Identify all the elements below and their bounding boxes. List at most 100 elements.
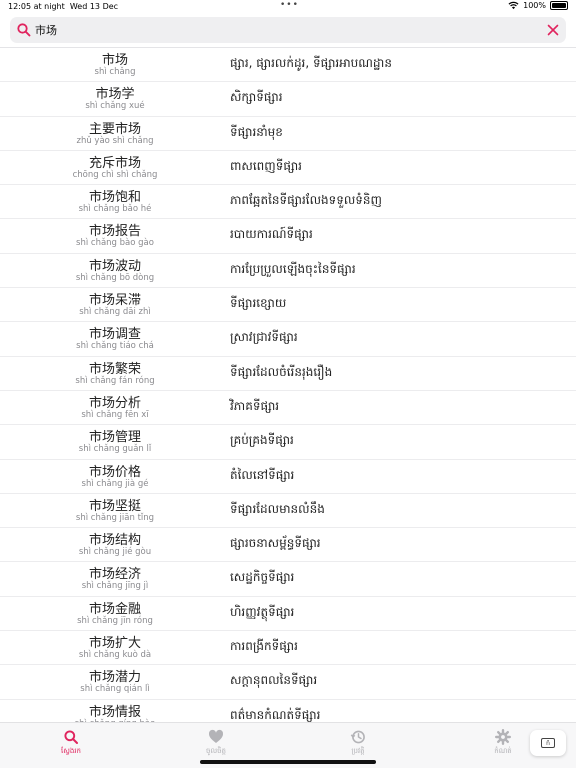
wifi-icon	[508, 1, 519, 10]
entry-khmer: ទីផ្សារនាំមុខ	[230, 124, 283, 139]
status-time: 12:05 at night Wed 13 Dec	[8, 2, 119, 11]
list-item[interactable]: 市场分析 shì chǎng fēn xī វិភាគទីផ្សារ	[0, 391, 576, 426]
tab-label: ចូលចិត្ត	[206, 747, 226, 755]
list-item[interactable]: 主要市场 zhǔ yào shì chǎng ទីផ្សារនាំមុខ	[0, 117, 576, 151]
list-item[interactable]: 市场管理 shì chǎng guǎn lǐ គ្រប់គ្រងទីផ្សារ	[0, 425, 576, 460]
entry-pinyin: chōng chì shì chǎng	[72, 169, 158, 180]
entry-pinyin: shì chǎng jià gé	[81, 478, 149, 489]
entry-chinese: 市场波动	[88, 258, 141, 274]
entry-pinyin: shì chǎng bō dòng	[75, 272, 155, 283]
entry-khmer: សេដ្ឋកិច្ចទីផ្សារ	[230, 570, 295, 585]
list-item[interactable]: 市场 shì chǎng ផ្សារ, ផ្សារលក់ដូរ, ទីផ្សារអា…	[0, 48, 576, 83]
list-item[interactable]: 市场经济 shì chǎng jīng jì សេដ្ឋកិច្ចទីផ្សារ	[0, 562, 576, 597]
entry-chinese: 市场分析	[88, 395, 141, 411]
entry-khmer: ពត៌មានកំណត់ទីផ្សារ	[230, 707, 321, 722]
list-item[interactable]: 市场呆滞 shì chǎng dāi zhì ទីផ្សារខ្សោយ	[0, 288, 576, 323]
list-item[interactable]: 市场扩大 shì chǎng kuò dà ការពង្រីកទីផ្សារ	[0, 631, 576, 666]
entry-khmer: ទីផ្សារខ្សោយ	[230, 296, 287, 311]
entry-khmer: វិភាគទីផ្សារ	[230, 398, 280, 413]
list-item[interactable]: 市场调查 shì chǎng tiáo chá ស្រាវជ្រាវទីផ្សារ	[0, 322, 576, 357]
list-item[interactable]: 市场学 shì chǎng xué សិក្សាទីផ្សារ	[0, 82, 576, 117]
entry-chinese: 市场扩大	[88, 636, 141, 652]
list-item[interactable]: 市场坚挺 shì chǎng jiān tǐng ទីផ្សារដែលមានលំនឹ…	[0, 494, 576, 529]
list-item[interactable]: 充斥市场 chōng chì shì chǎng ពាសពេញទីផ្សារ	[0, 151, 576, 186]
entry-chinese: 市场情报	[88, 704, 141, 720]
entry-chinese: 市场金融	[88, 601, 141, 617]
history-icon	[350, 730, 365, 744]
tab-heart[interactable]: ចូលចិត្ត	[186, 729, 246, 757]
list-item[interactable]: 市场波动 shì chǎng bō dòng ការប្រែប្រួលឡើងចុះន…	[0, 254, 576, 289]
search-icon	[17, 23, 31, 37]
entry-pinyin: shì chǎng bào gào	[76, 238, 154, 249]
entry-khmer: ទីផ្សារដែលចំរើនរុងរឿង	[230, 364, 333, 379]
battery-icon	[550, 1, 568, 10]
heart-icon	[208, 729, 224, 743]
entry-khmer: គ្រប់គ្រងទីផ្សារ	[230, 433, 294, 448]
search-icon	[64, 730, 78, 744]
entry-pinyin: shì chǎng fēn xī	[81, 409, 149, 420]
entry-chinese: 市场价格	[88, 464, 141, 480]
entry-pinyin: shì chǎng jīn róng	[77, 615, 153, 626]
entry-chinese: 市场结构	[88, 533, 141, 549]
entry-pinyin: shì chǎng guǎn lǐ	[78, 444, 152, 455]
list-item[interactable]: 市场潜力 shì chǎng qián lì សក្តានុពលនៃទីផ្សារ	[0, 665, 576, 700]
entry-chinese: 市场学	[95, 87, 135, 103]
entry-chinese: 充斥市场	[88, 155, 141, 171]
tab-gear[interactable]: កំណត់	[473, 729, 533, 757]
entry-chinese: 市场呆滞	[88, 293, 141, 309]
tab-history[interactable]: ប្រវត្តិ	[328, 729, 388, 757]
results-list[interactable]: 市场 shì chǎng ផ្សារ, ផ្សារលក់ដូរ, ទីផ្សារអា…	[0, 47, 576, 722]
clear-search-icon[interactable]	[546, 23, 560, 37]
keyboard-toggle-button[interactable]: ñ	[530, 730, 566, 756]
entry-khmer: ផ្សារ, ផ្សារលក់ដូរ, ទីផ្សារអាបណដ្ឋាន	[230, 56, 392, 70]
list-item[interactable]: 市场饱和 shì chǎng bǎo hé ភាពឆ្អែតនៃទីផ្សារលែង…	[0, 185, 576, 220]
multitask-dots[interactable]: •••	[280, 0, 299, 10]
battery-percent: 100%	[523, 1, 546, 10]
keyboard-icon: ñ	[541, 738, 555, 748]
tab-label: ប្រវត្តិ	[351, 747, 365, 755]
entry-pinyin: shì chǎng jié gòu	[78, 547, 152, 558]
status-right: 100%	[508, 1, 568, 10]
entry-pinyin: shì chǎng fán róng	[75, 375, 155, 386]
entry-pinyin: shì chǎng tiáo chá	[76, 341, 154, 352]
list-item[interactable]: 市场金融 shì chǎng jīn róng ហិរញ្ញវត្ថុទីផ្សារ	[0, 597, 576, 632]
entry-pinyin: shì chǎng qián lì	[80, 684, 150, 695]
entry-pinyin: shì chǎng dāi zhì	[79, 307, 151, 318]
entry-pinyin: shì chǎng jiān tǐng	[75, 512, 155, 523]
entry-khmer: ផ្សារចនាសម្ព័ន្ធទីផ្សារ	[230, 536, 321, 551]
entry-chinese: 主要市场	[88, 121, 141, 137]
entry-pinyin: shì chǎng jīng jì	[81, 581, 149, 592]
home-indicator[interactable]	[200, 760, 376, 764]
entry-khmer: សក្តានុពលនៃទីផ្សារ	[230, 673, 318, 688]
list-item[interactable]: 市场报告 shì chǎng bào gào របាយការណ៍ទីផ្សារ	[0, 219, 576, 254]
entry-khmer: ហិរញ្ញវត្ថុទីផ្សារ	[230, 604, 295, 619]
entry-khmer: ការពង្រីកទីផ្សារ	[230, 639, 298, 654]
list-item[interactable]: 市场繁荣 shì chǎng fán róng ទីផ្សារដែលចំរើនរុង…	[0, 357, 576, 391]
entry-chinese: 市场报告	[88, 224, 141, 240]
list-item[interactable]: 市场结构 shì chǎng jié gòu ផ្សារចនាសម្ព័ន្ធទីផ…	[0, 528, 576, 563]
entry-khmer: ស្រាវជ្រាវទីផ្សារ	[230, 330, 298, 345]
tab-search[interactable]: ស្វែងរក	[41, 729, 101, 757]
entry-pinyin: shì chǎng bǎo hé	[78, 204, 152, 215]
status-bar: 12:05 at night Wed 13 Dec ••• 100%	[0, 0, 576, 14]
entry-chinese: 市场	[101, 53, 128, 68]
search-bar	[10, 17, 566, 43]
entry-khmer: ទីផ្សារដែលមានលំនឹង	[230, 501, 325, 516]
entry-chinese: 市场经济	[88, 567, 141, 583]
entry-chinese: 市场潜力	[88, 670, 141, 686]
list-item[interactable]: 市场价格 shì chǎng jià gé តំលៃនៅទីផ្សារ	[0, 460, 576, 494]
entry-khmer: សិក្សាទីផ្សារ	[230, 90, 283, 105]
entry-pinyin: zhǔ yào shì chǎng	[76, 135, 154, 146]
entry-chinese: 市场饱和	[88, 190, 141, 206]
search-input[interactable]	[35, 21, 535, 39]
entry-chinese: 市场坚挺	[88, 498, 141, 514]
list-item[interactable]: 市场情报shì chǎng qíng bàoពត៌មានកំណត់ទីផ្សារ	[0, 700, 576, 722]
tab-label: កំណត់	[494, 747, 512, 755]
entry-chinese: 市场繁荣	[88, 361, 141, 377]
entry-chinese: 市场调查	[88, 327, 141, 343]
gear-icon	[495, 729, 511, 745]
entry-chinese: 市场管理	[88, 430, 141, 446]
entry-khmer: របាយការណ៍ទីផ្សារ	[230, 227, 313, 242]
entry-khmer: តំលៃនៅទីផ្សារ	[230, 467, 295, 482]
entry-khmer: ពាសពេញទីផ្សារ	[230, 158, 302, 173]
